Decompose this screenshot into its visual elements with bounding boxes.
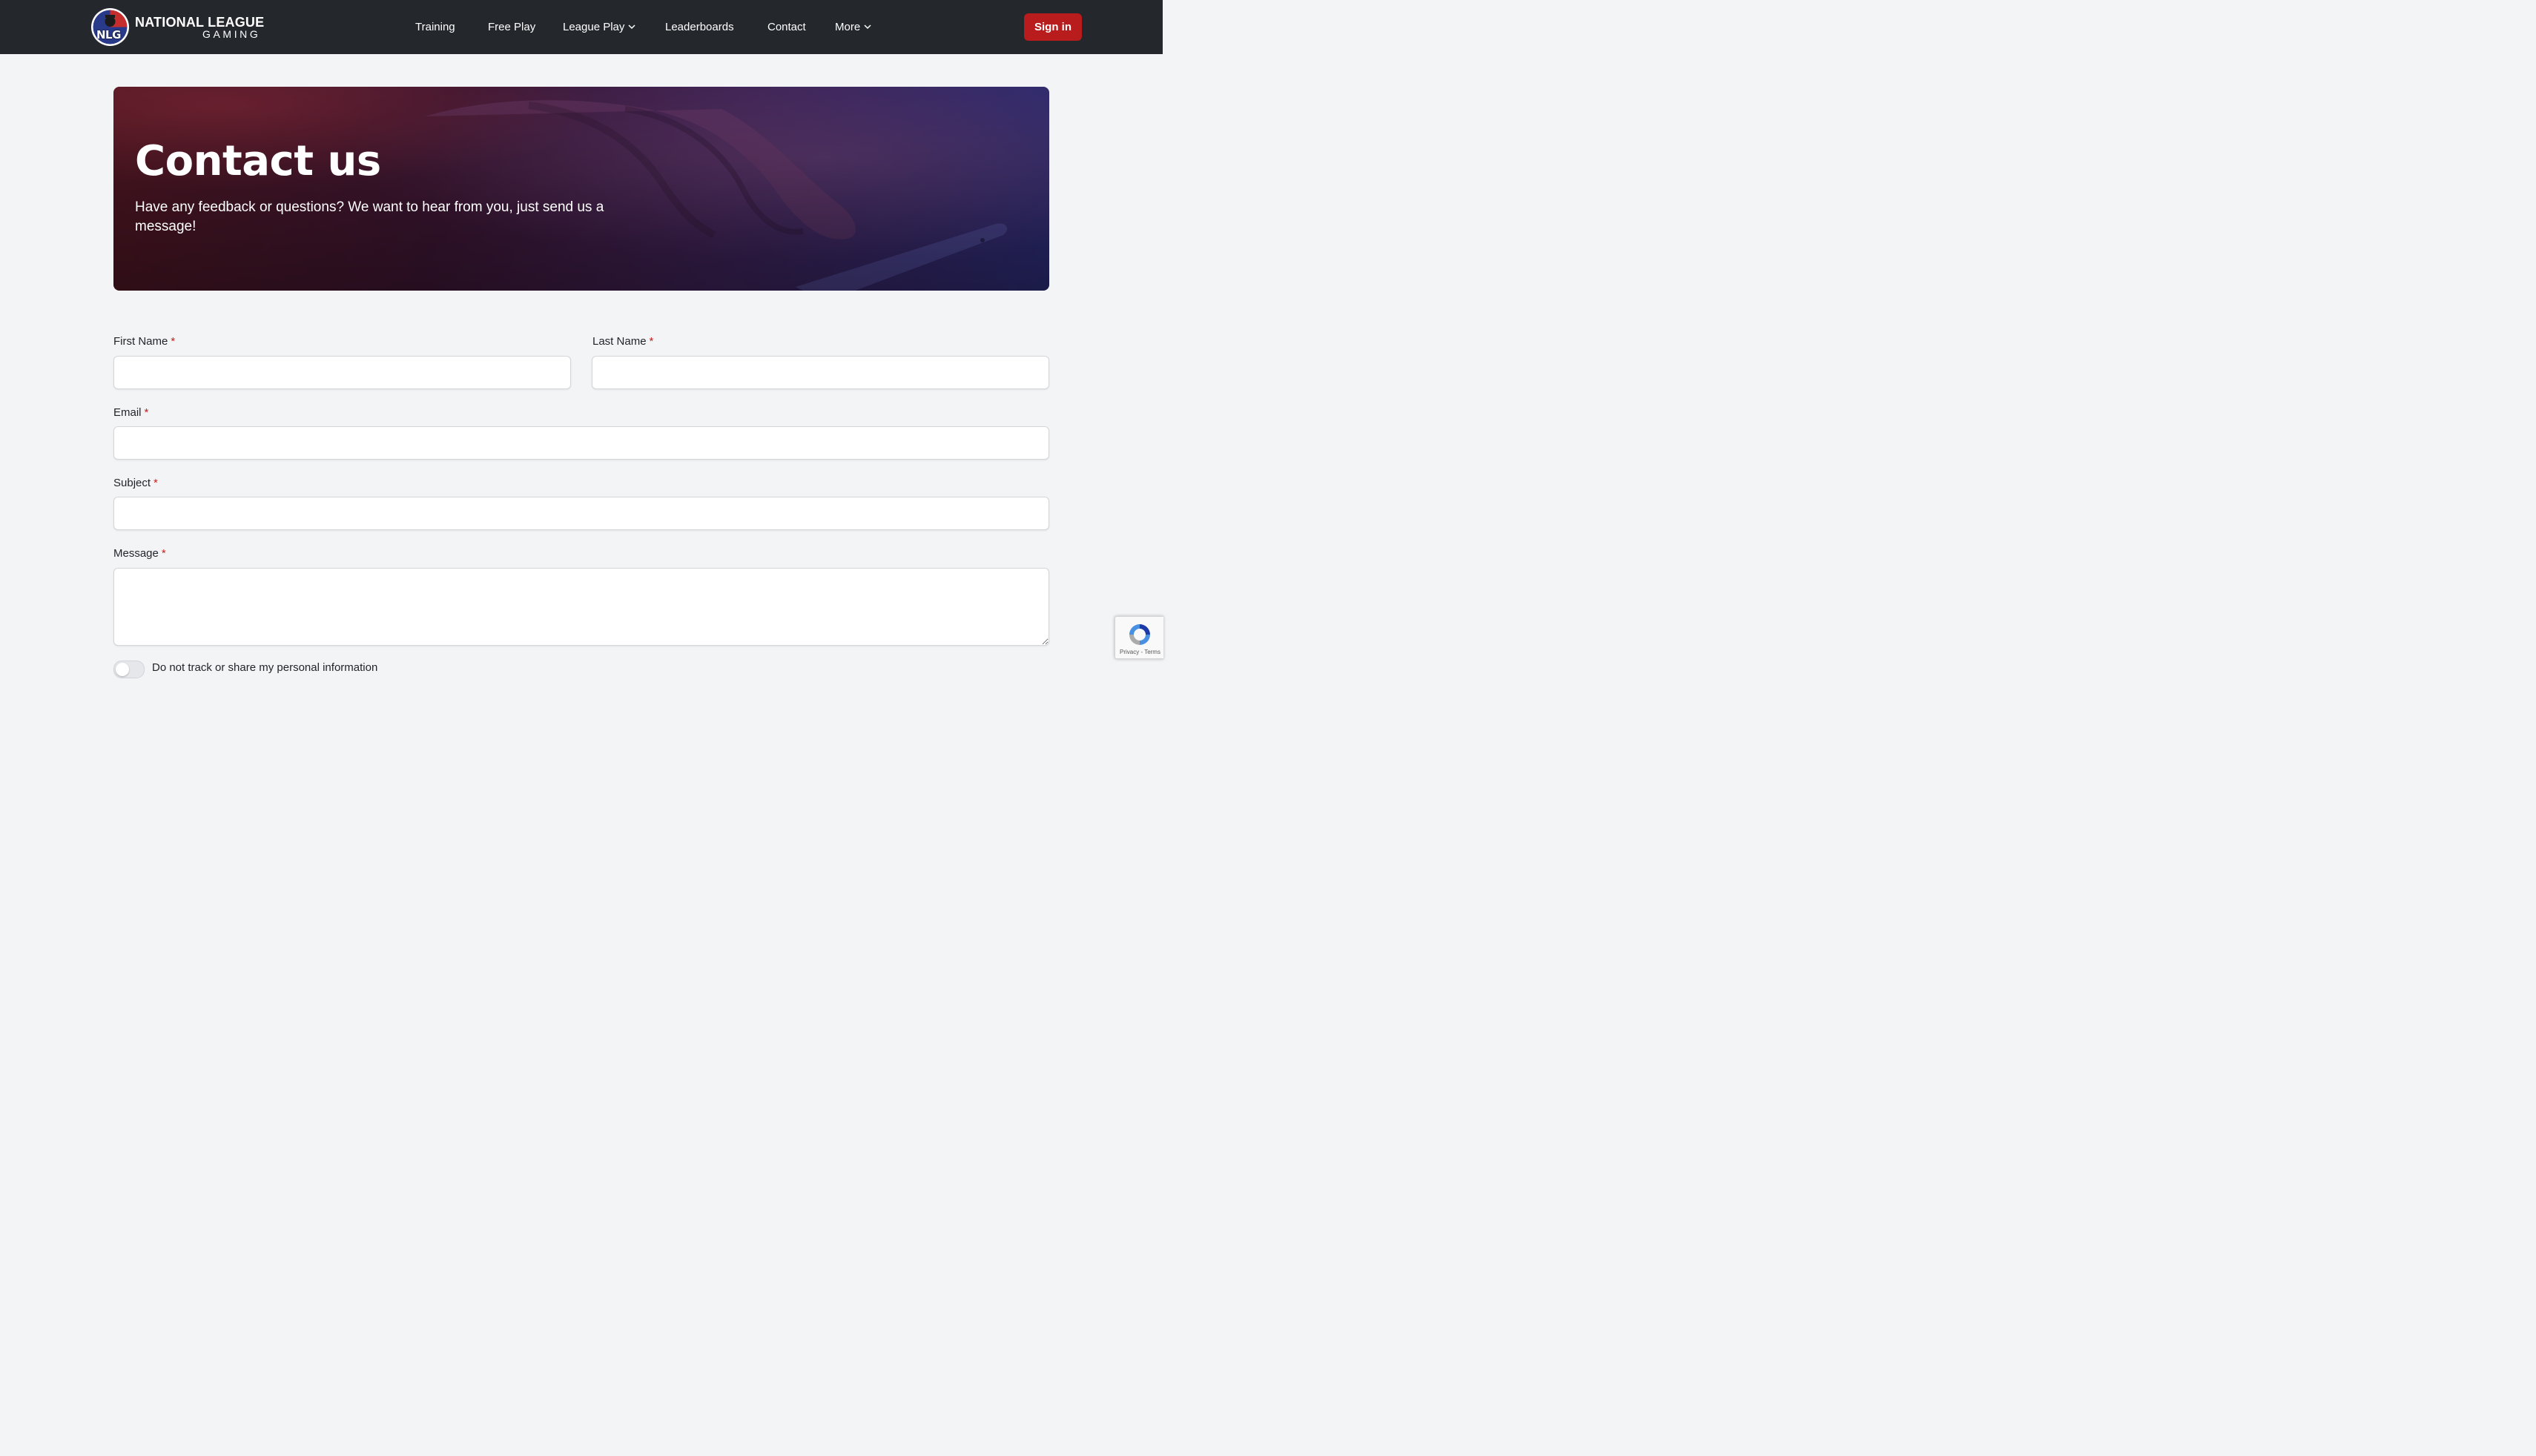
subject-input[interactable] (113, 497, 1049, 530)
nav-training-label: Training (415, 21, 455, 33)
required-mark: * (649, 335, 654, 348)
top-navbar: NLG NATIONAL LEAGUE GAMING Training Free… (0, 0, 1163, 54)
nav-leaderboards-label: Leaderboards (665, 21, 734, 33)
email-input[interactable] (113, 426, 1049, 460)
required-mark: * (153, 477, 158, 489)
privacy-toggle-label: Do not track or share my personal inform… (152, 661, 378, 674)
chevron-down-icon (864, 24, 871, 30)
first-name-input[interactable] (113, 356, 571, 389)
nav-league-play-label: League Play (563, 21, 625, 33)
nav-free-play[interactable]: Free Play (488, 19, 535, 36)
message-label-text: Message (113, 547, 159, 560)
nav-more[interactable]: More (835, 19, 871, 36)
nav-league-play[interactable]: League Play (563, 19, 635, 36)
last-name-label-text: Last Name (592, 335, 647, 348)
badge-text: NLG (96, 28, 121, 42)
nav-training[interactable]: Training (415, 19, 455, 36)
chevron-down-icon (628, 24, 635, 30)
contact-hero-banner: Contact us Have any feedback or question… (113, 87, 1049, 291)
nav-contact-label: Contact (767, 21, 806, 33)
email-label: Email * (113, 406, 148, 419)
recaptcha-links[interactable]: Privacy - Terms (1120, 649, 1160, 655)
sign-in-button[interactable]: Sign in (1024, 13, 1082, 41)
nlg-badge-icon: NLG (91, 8, 129, 46)
first-name-label-text: First Name (113, 335, 168, 348)
nav-leaderboards[interactable]: Leaderboards (665, 19, 734, 36)
recaptcha-badge[interactable]: Privacy - Terms (1115, 616, 1163, 659)
hero-background-image (113, 87, 1049, 291)
first-name-label: First Name * (113, 335, 175, 348)
required-mark: * (144, 406, 149, 419)
brand-name-line2: GAMING (202, 28, 261, 40)
required-mark: * (171, 335, 176, 348)
message-label: Message * (113, 547, 166, 560)
required-mark: * (161, 547, 166, 560)
page-title: Contact us (135, 137, 381, 185)
nav-free-play-label: Free Play (488, 21, 536, 33)
subject-label: Subject * (113, 477, 158, 489)
last-name-input[interactable] (592, 356, 1049, 389)
recaptcha-logo-icon (1129, 624, 1150, 645)
subject-label-text: Subject (113, 477, 151, 489)
nav-contact[interactable]: Contact (767, 19, 806, 36)
page-subtitle: Have any feedback or questions? We want … (135, 199, 604, 234)
last-name-label: Last Name * (592, 335, 653, 348)
email-label-text: Email (113, 406, 142, 419)
brand-logo[interactable]: NLG NATIONAL LEAGUE GAMING (91, 8, 269, 47)
nav-more-label: More (835, 21, 861, 33)
toggle-knob (116, 663, 129, 676)
privacy-toggle[interactable] (113, 661, 145, 678)
message-textarea[interactable] (113, 568, 1049, 646)
